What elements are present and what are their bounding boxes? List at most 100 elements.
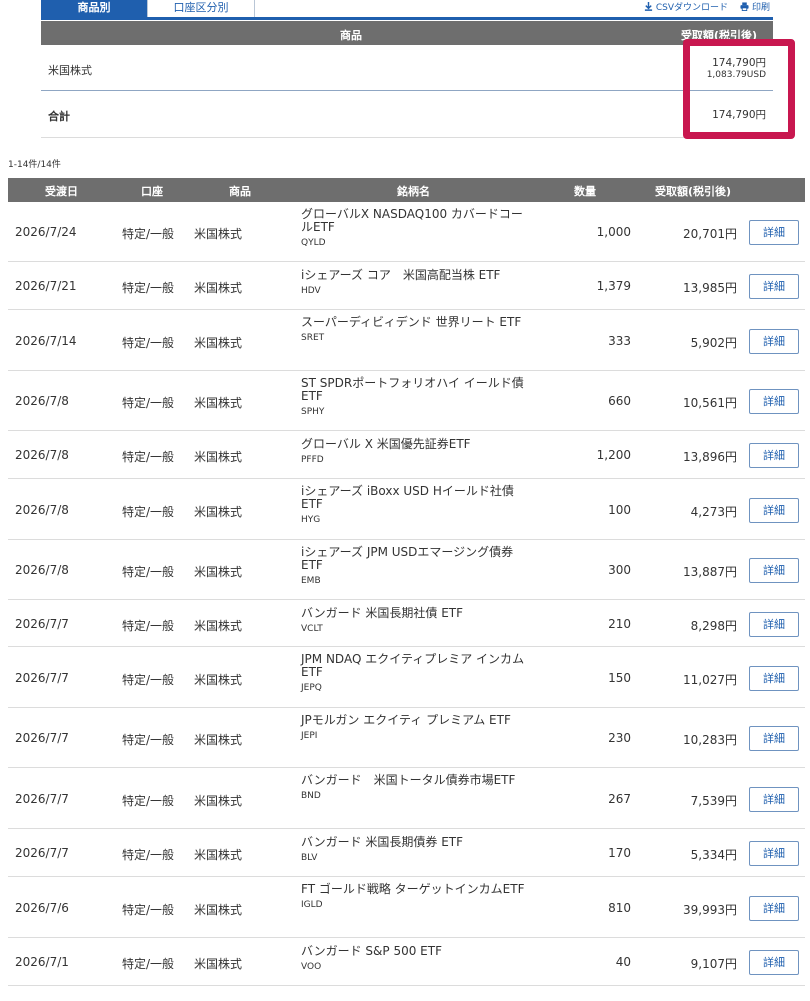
row-security-name-text: iシェアーズ JPM USDエマージング債券 ETF — [301, 545, 514, 572]
detail-button[interactable]: 詳細 — [749, 841, 799, 866]
row-date: 2026/7/7 — [15, 731, 69, 745]
print-link[interactable]: 印刷 — [740, 0, 770, 13]
row-quantity: 150 — [608, 671, 631, 685]
table-row: 2026/7/8 特定/一般 米国株式 ST SPDRポートフォリオハイ イールド債 … — [8, 371, 805, 431]
row-date: 2026/7/8 — [15, 394, 69, 408]
summary-total-yen: 174,790円 — [712, 109, 766, 121]
row-security-name-text: スーパーディビィデンド 世界リート ETF — [301, 315, 522, 329]
row-quantity: 230 — [608, 731, 631, 745]
table-row: 2026/7/7 特定/一般 米国株式 バンガード 米国トータル債券市場ETF BND 2… — [8, 768, 805, 829]
table-row: 2026/7/21 特定/一般 米国株式 iシェアーズ コア 米国高配当株 ETF HD… — [8, 262, 805, 310]
detail-button[interactable]: 詳細 — [749, 896, 799, 921]
summary-header: 商品 受取額(税引後) — [41, 21, 773, 45]
row-security-name-text: グローバルX NASDAQ100 カバードコールETF — [301, 207, 523, 234]
row-security-name-text: iシェアーズ iBoxx USD Hイールド社債 ETF — [301, 484, 514, 511]
row-product: 米国株式 — [194, 794, 243, 808]
row-ticker: VCLT — [301, 624, 323, 634]
row-amount: 7,539円 — [690, 794, 737, 808]
row-date: 2026/7/1 — [15, 955, 69, 969]
summary-total-amount: 174,790円 — [712, 107, 766, 122]
detail-button[interactable]: 詳細 — [749, 787, 799, 812]
row-product: 米国株式 — [194, 336, 243, 350]
detail-button[interactable]: 詳細 — [749, 443, 799, 468]
row-ticker: PFFD — [301, 455, 324, 465]
row-account: 特定/一般 — [122, 733, 175, 747]
print-label: 印刷 — [751, 3, 770, 13]
row-amount: 10,283円 — [683, 733, 737, 747]
row-quantity: 1,379 — [596, 279, 631, 293]
row-account: 特定/一般 — [122, 565, 175, 579]
csv-download-label: CSVダウンロード — [655, 3, 728, 13]
table-body: 2026/7/24 特定/一般 米国株式 グローバルX NASDAQ100 カバードコ… — [8, 202, 805, 986]
row-security-name-text: JPモルガン エクイティ プレミアム ETF — [301, 713, 511, 727]
detail-button[interactable]: 詳細 — [749, 558, 799, 583]
row-security-name-text: バンガード 米国長期社債 ETF — [301, 606, 464, 620]
row-date: 2026/7/21 — [15, 279, 77, 293]
detail-button[interactable]: 詳細 — [749, 666, 799, 691]
row-security-name-text: FT ゴールド戦略 ターゲットインカムETF — [301, 882, 525, 896]
row-product: 米国株式 — [194, 673, 243, 687]
row-quantity: 1,200 — [596, 448, 631, 462]
detail-button[interactable]: 詳細 — [749, 220, 799, 245]
header-product: 商品 — [229, 185, 251, 198]
row-security-name-text: JPM NDAQ エクイティプレミア インカム ETF — [301, 652, 525, 679]
row-account: 特定/一般 — [122, 227, 175, 241]
row-quantity: 210 — [608, 617, 631, 631]
summary-total-row: 合計 174,790円 — [41, 91, 773, 138]
row-quantity: 660 — [608, 394, 631, 408]
row-quantity: 300 — [608, 563, 631, 577]
row-ticker: JEPI — [301, 731, 318, 741]
row-amount: 5,902円 — [690, 336, 737, 350]
row-date: 2026/7/14 — [15, 334, 77, 348]
table-header: 受渡日 口座 商品 銘柄名 数量 受取額(税引後) — [8, 178, 805, 202]
row-account: 特定/一般 — [122, 673, 175, 687]
header-amount: 受取額(税引後) — [655, 185, 732, 198]
row-product: 米国株式 — [194, 396, 243, 410]
row-security-name: バンガード 米国長期債券 ETF BLV — [301, 836, 531, 865]
row-security-name: グローバル X 米国優先証券ETF PFFD — [301, 438, 531, 467]
row-amount: 20,701円 — [683, 227, 737, 241]
detail-button[interactable]: 詳細 — [749, 329, 799, 354]
row-date: 2026/7/7 — [15, 671, 69, 685]
row-security-name-text: ST SPDRポートフォリオハイ イールド債 ETF — [301, 376, 524, 403]
row-ticker: HYG — [301, 515, 321, 525]
table-row: 2026/7/7 特定/一般 米国株式 JPM NDAQ エクイティプレミア インカム… — [8, 647, 805, 708]
row-amount: 8,298円 — [690, 619, 737, 633]
row-date: 2026/7/7 — [15, 792, 69, 806]
row-product: 米国株式 — [194, 565, 243, 579]
row-account: 特定/一般 — [122, 848, 175, 862]
row-security-name: バンガード 米国トータル債券市場ETF BND — [301, 774, 531, 803]
header-name: 銘柄名 — [397, 185, 430, 198]
row-quantity: 333 — [608, 334, 631, 348]
summary-row-yen: 174,790円 — [712, 57, 766, 69]
row-product: 米国株式 — [194, 903, 243, 917]
row-amount: 13,887円 — [683, 565, 737, 579]
summary-row-amount: 174,790円 1,083.79USD — [707, 55, 766, 80]
row-account: 特定/一般 — [122, 450, 175, 464]
row-security-name: iシェアーズ JPM USDエマージング債券 ETF EMB — [301, 546, 531, 588]
summary-header-product: 商品 — [340, 29, 362, 42]
row-security-name: バンガード 米国長期社債 ETF VCLT — [301, 607, 531, 636]
table-row: 2026/7/8 特定/一般 米国株式 グローバル X 米国優先証券ETF PFFD 1,… — [8, 431, 805, 479]
result-count: 1-14件/14件 — [8, 160, 61, 170]
row-account: 特定/一般 — [122, 396, 175, 410]
detail-button[interactable]: 詳細 — [749, 274, 799, 299]
download-icon — [644, 2, 652, 11]
row-amount: 4,273円 — [690, 505, 737, 519]
row-ticker: SRET — [301, 333, 325, 343]
row-security-name: グローバルX NASDAQ100 カバードコールETF QYLD — [301, 208, 531, 250]
row-product: 米国株式 — [194, 619, 243, 633]
table-row: 2026/7/8 特定/一般 米国株式 iシェアーズ iBoxx USD Hイールド社… — [8, 479, 805, 540]
detail-button[interactable]: 詳細 — [749, 389, 799, 414]
tab-underline — [41, 17, 773, 20]
detail-button[interactable]: 詳細 — [749, 498, 799, 523]
detail-button[interactable]: 詳細 — [749, 612, 799, 637]
printer-icon — [740, 2, 749, 11]
row-security-name-text: iシェアーズ コア 米国高配当株 ETF — [301, 268, 501, 282]
csv-download-link[interactable]: CSVダウンロード — [644, 0, 728, 13]
row-security-name-text: グローバル X 米国優先証券ETF — [301, 437, 471, 451]
table-row: 2026/7/7 特定/一般 米国株式 バンガード 米国長期社債 ETF VCLT 210… — [8, 600, 805, 647]
detail-button[interactable]: 詳細 — [749, 950, 799, 975]
detail-button[interactable]: 詳細 — [749, 726, 799, 751]
row-account: 特定/一般 — [122, 794, 175, 808]
